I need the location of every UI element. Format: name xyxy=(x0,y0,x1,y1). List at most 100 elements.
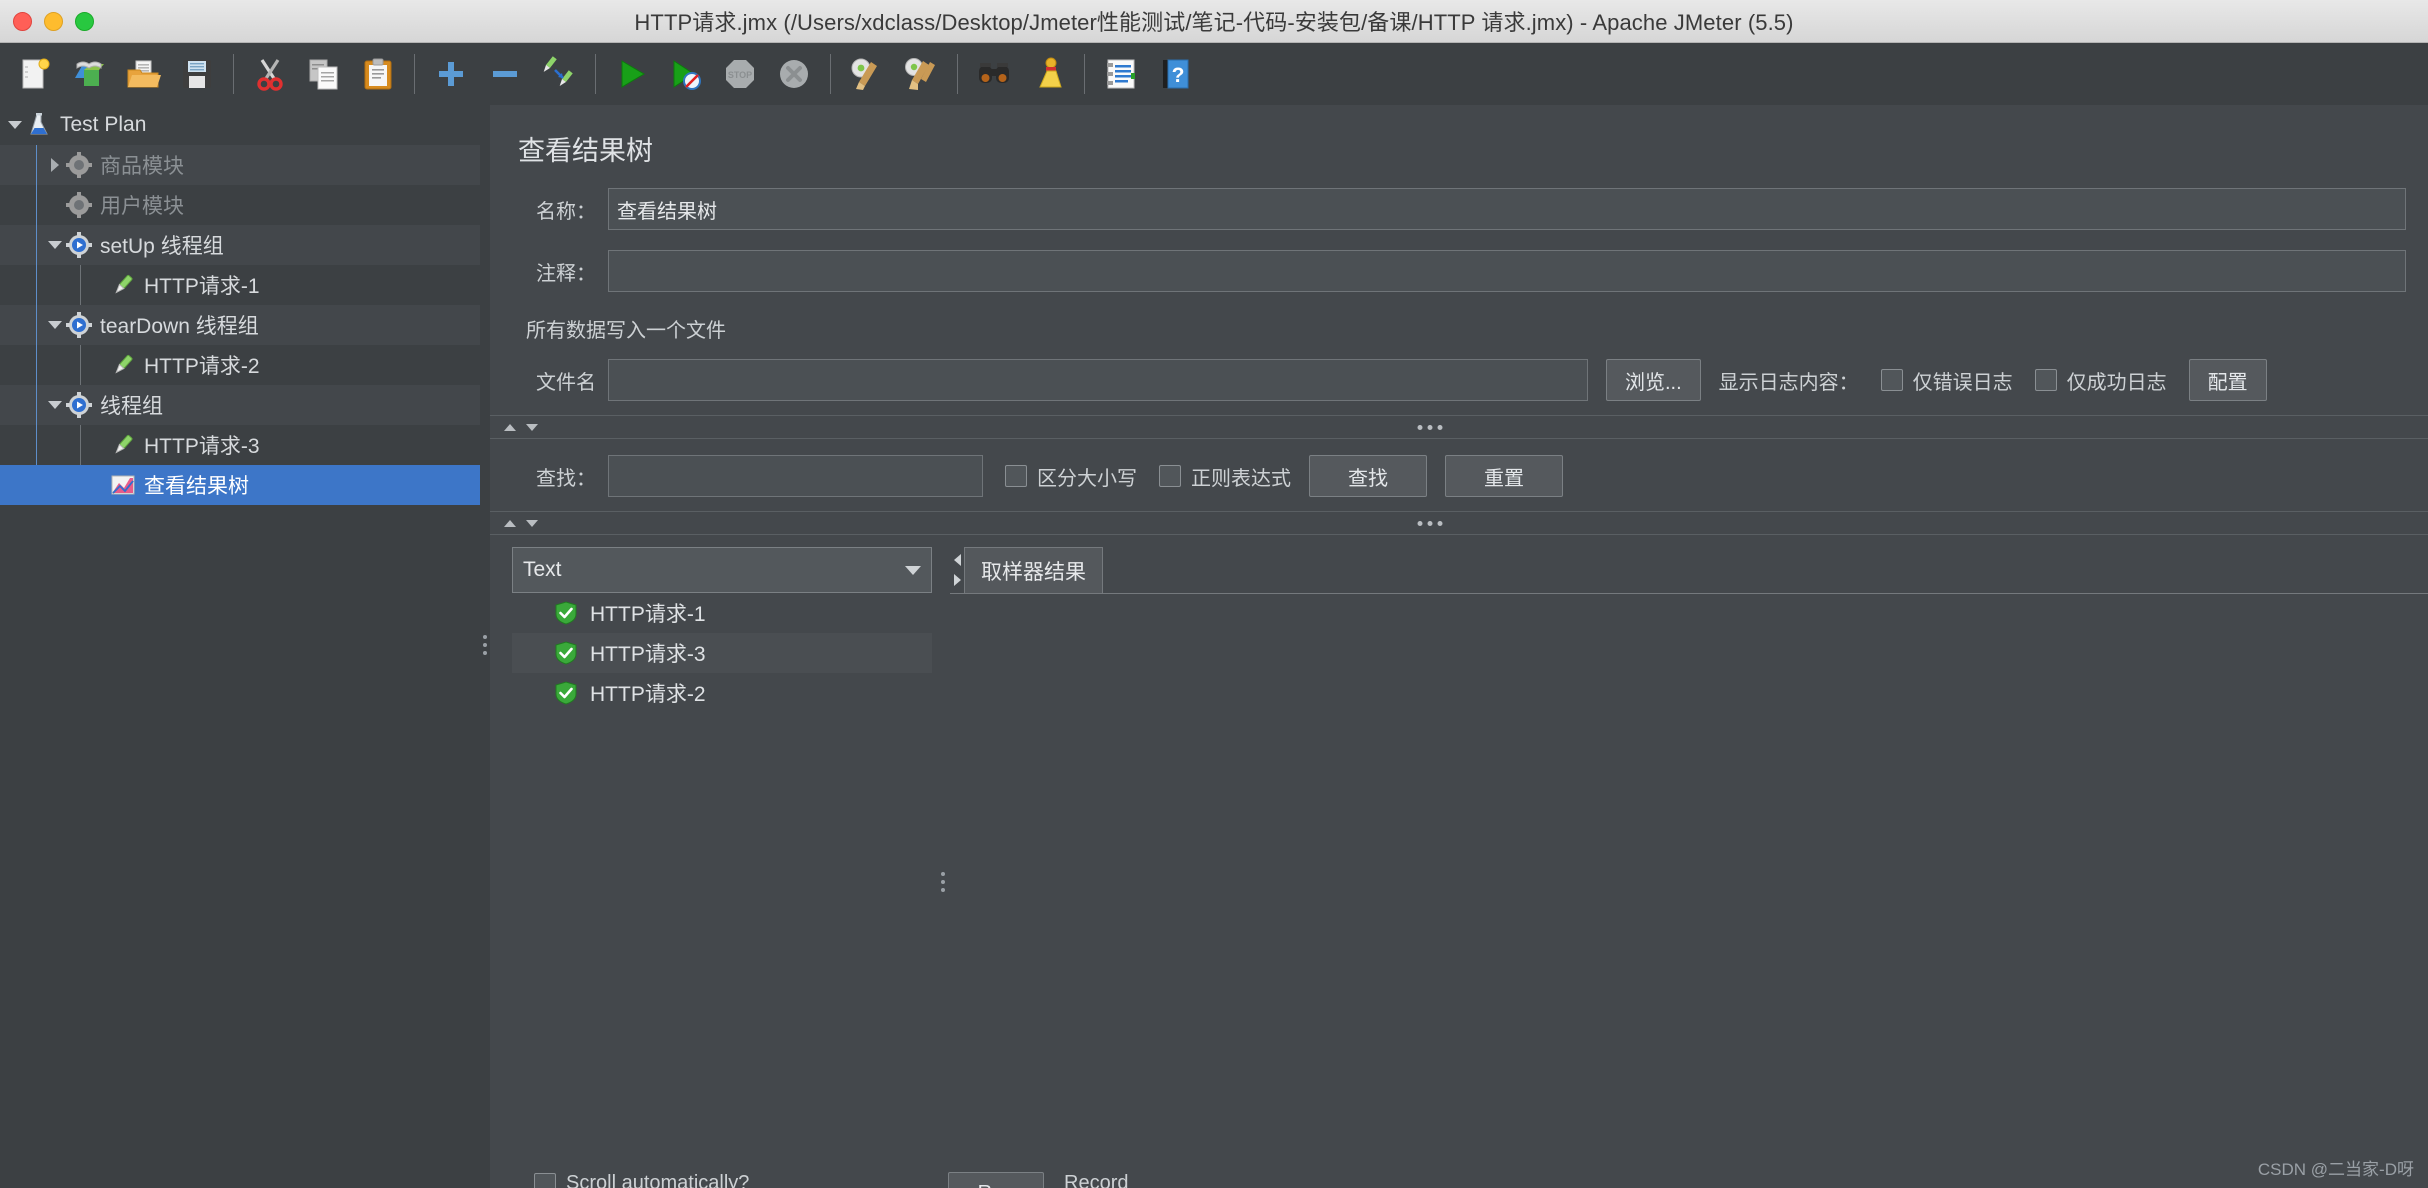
search-row: 查找： 区分大小写 正则表达式 查找 重置 xyxy=(490,455,2428,497)
minimize-button[interactable] xyxy=(44,12,63,31)
reset-button[interactable]: 重置 xyxy=(1445,455,1563,497)
filename-row: 文件名 浏览... 显示日志内容： 仅错误日志 仅成功日志 配置 xyxy=(490,359,2428,401)
twisty-down-icon[interactable] xyxy=(4,114,26,136)
start-icon[interactable] xyxy=(607,49,657,99)
tree-node-http-request-1[interactable]: HTTP请求-1 xyxy=(0,265,480,305)
tree-node-http-request-3[interactable]: HTTP请求-3 xyxy=(0,425,480,465)
find-button[interactable]: 查找 xyxy=(1309,455,1427,497)
configure-button[interactable]: 配置 xyxy=(2188,359,2267,401)
error-logs-checkbox-box[interactable] xyxy=(1880,369,1903,391)
http-sampler-icon xyxy=(115,354,133,374)
collapse-up-icon[interactable] xyxy=(504,423,516,431)
chevron-down-icon[interactable] xyxy=(905,565,921,575)
tree-node-user-module[interactable]: 用户模块 xyxy=(0,185,480,225)
list-item[interactable]: HTTP请求-3 xyxy=(512,633,932,673)
bottom-button-group: Run Record xyxy=(948,1172,1128,1188)
chevron-left-icon[interactable] xyxy=(953,554,961,566)
list-item[interactable]: HTTP请求-1 xyxy=(512,593,932,633)
results-splitter-grip[interactable] xyxy=(941,872,945,896)
save-icon[interactable] xyxy=(172,49,222,99)
clear-all-icon[interactable] xyxy=(896,49,946,99)
new-icon[interactable] xyxy=(10,49,60,99)
success-logs-checkbox[interactable]: 仅成功日志 xyxy=(2034,366,2167,395)
twisty-down-icon[interactable] xyxy=(44,314,66,336)
record-label[interactable]: Record xyxy=(1064,1172,1128,1188)
open-icon[interactable] xyxy=(118,49,168,99)
start-no-timers-icon[interactable] xyxy=(661,49,711,99)
tab-scroll-arrows[interactable] xyxy=(950,547,964,593)
name-row: 名称： 查看结果树 xyxy=(490,188,2428,230)
case-sensitive-checkbox[interactable]: 区分大小写 xyxy=(1005,462,1137,491)
search-icon[interactable] xyxy=(969,49,1019,99)
paste-icon[interactable] xyxy=(353,49,403,99)
search-input[interactable] xyxy=(608,455,983,497)
collapse-arrows-1[interactable] xyxy=(504,423,538,431)
browse-button[interactable]: 浏览... xyxy=(1606,359,1701,401)
name-input[interactable]: 查看结果树 xyxy=(608,188,2406,230)
main-splitter[interactable] xyxy=(480,105,490,1188)
tree-node-product-module[interactable]: 商品模块 xyxy=(0,145,480,185)
collapse-arrows-2[interactable] xyxy=(504,519,538,527)
reset-search-icon[interactable] xyxy=(1023,49,1073,99)
tree-node-view-results-tree[interactable]: 查看结果树 xyxy=(0,465,480,505)
filename-input[interactable] xyxy=(608,359,1588,401)
success-logs-checkbox-box[interactable] xyxy=(2034,369,2057,391)
separator-3 xyxy=(595,54,596,94)
drag-dots-2[interactable] xyxy=(1417,520,1443,526)
sampler-result-list[interactable]: HTTP请求-1 HTTP请求-3 HTTP请求-2 xyxy=(512,593,932,713)
tree-node-setup-thread-group[interactable]: setUp 线程组 xyxy=(0,225,480,265)
cut-icon[interactable] xyxy=(245,49,295,99)
search-label: 查找： xyxy=(536,467,596,490)
clear-icon[interactable] xyxy=(842,49,892,99)
comment-input[interactable] xyxy=(608,250,2406,292)
tree-node-teardown-thread-group[interactable]: tearDown 线程组 xyxy=(0,305,480,345)
test-plan-tree[interactable]: Test Plan 商品模块 用户模块 setUp 线程组 HTTP请求-1 t… xyxy=(0,105,480,1188)
scroll-automatically-label: Scroll automatically? xyxy=(566,1172,750,1188)
drag-dots-1[interactable] xyxy=(1417,424,1443,430)
regex-checkbox[interactable]: 正则表达式 xyxy=(1159,462,1291,491)
splitter-grip[interactable] xyxy=(483,635,487,661)
separator-4 xyxy=(830,54,831,94)
shutdown-icon[interactable] xyxy=(769,49,819,99)
copy-icon[interactable] xyxy=(299,49,349,99)
http-sampler-icon xyxy=(115,434,133,454)
collapse-all-icon[interactable] xyxy=(480,49,530,99)
results-splitter[interactable] xyxy=(938,547,948,1188)
collapse-bar-1[interactable] xyxy=(490,415,2428,439)
renderer-select[interactable]: Text xyxy=(512,547,932,593)
tree-node-http-request-2[interactable]: HTTP请求-2 xyxy=(0,345,480,385)
stop-icon[interactable]: STOP xyxy=(715,49,765,99)
view-results-tree-panel: 查看结果树 名称： 查看结果树 注释： 所有数据写入一个文件 文件名 浏览...… xyxy=(490,105,2428,1188)
expand-all-icon[interactable] xyxy=(426,49,476,99)
chevron-right-icon[interactable] xyxy=(953,574,961,586)
case-sensitive-checkbox-box[interactable] xyxy=(1005,465,1027,487)
main-toolbar: STOP ? xyxy=(0,43,2428,105)
collapse-up-icon[interactable] xyxy=(504,519,516,527)
separator-2 xyxy=(414,54,415,94)
function-helper-icon[interactable] xyxy=(1096,49,1146,99)
twisty-right-icon[interactable] xyxy=(44,154,66,176)
collapse-down-icon[interactable] xyxy=(526,519,538,527)
twisty-down-icon[interactable] xyxy=(44,394,66,416)
jmeter-window: HTTP请求.jmx (/Users/xdclass/Desktop/Jmete… xyxy=(0,0,2428,1188)
results-right-column: 取样器结果 xyxy=(950,547,2428,1188)
scroll-automatically-checkbox-box[interactable] xyxy=(534,1172,556,1188)
maximize-button[interactable] xyxy=(75,12,94,31)
twisty-down-icon[interactable] xyxy=(44,234,66,256)
tree-node-test-plan[interactable]: Test Plan xyxy=(0,105,480,145)
run-button[interactable]: Run xyxy=(948,1172,1044,1188)
success-icon xyxy=(555,681,577,705)
scroll-automatically-checkbox[interactable]: Scroll automatically? xyxy=(534,1172,749,1188)
window-title-bar: HTTP请求.jmx (/Users/xdclass/Desktop/Jmete… xyxy=(0,0,2428,43)
collapse-bar-2[interactable] xyxy=(490,511,2428,535)
regex-checkbox-box[interactable] xyxy=(1159,465,1181,487)
close-button[interactable] xyxy=(13,12,32,31)
toggle-icon[interactable] xyxy=(534,49,584,99)
templates-icon[interactable] xyxy=(64,49,114,99)
list-item[interactable]: HTTP请求-2 xyxy=(512,673,932,713)
tree-node-thread-group[interactable]: 线程组 xyxy=(0,385,480,425)
collapse-down-icon[interactable] xyxy=(526,423,538,431)
tab-sampler-result[interactable]: 取样器结果 xyxy=(964,547,1103,593)
error-logs-checkbox[interactable]: 仅错误日志 xyxy=(1880,366,2013,395)
help-icon[interactable]: ? xyxy=(1150,49,1200,99)
